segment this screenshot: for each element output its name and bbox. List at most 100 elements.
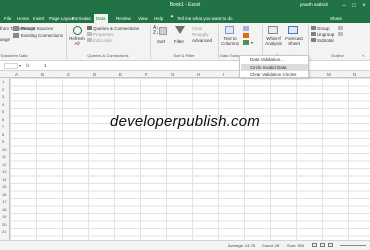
clear-validation-circles-menu-item[interactable]: Clear Validation Circles — [241, 71, 308, 78]
advanced-button[interactable]: Advanced — [192, 38, 212, 43]
ungroup-button[interactable]: Ungroup — [317, 32, 334, 37]
recent-sources-button[interactable]: Recent Sources — [21, 26, 53, 31]
tell-me-box[interactable]: Tell me what you want to do — [177, 14, 233, 23]
column-headers: A B C D E F G H I J K L M N — [0, 71, 370, 78]
tab-file[interactable]: File — [2, 14, 13, 23]
cell-grid[interactable] — [10, 78, 370, 240]
tab-data[interactable]: Data — [94, 14, 108, 23]
collapse-ribbon-icon[interactable]: ˄ — [362, 53, 364, 58]
group-icon — [311, 26, 316, 30]
refresh-icon — [73, 26, 82, 35]
zoom-slider[interactable] — [340, 245, 366, 246]
row-header[interactable]: 20 — [2, 222, 6, 227]
row-header[interactable]: 14 — [2, 177, 6, 182]
column-header[interactable]: C — [67, 72, 70, 77]
column-header[interactable]: D — [93, 72, 96, 77]
edit-links-button[interactable]: Edit Links — [93, 38, 113, 43]
column-header[interactable]: N — [353, 72, 356, 77]
user-name[interactable]: praeth sathish — [300, 2, 328, 7]
row-header[interactable]: 13 — [2, 169, 6, 174]
row-header[interactable]: 2 — [2, 87, 4, 92]
hide-detail-icon[interactable] — [338, 32, 343, 36]
close-icon[interactable]: × — [359, 1, 369, 11]
subtotal-button[interactable]: Subtotal — [317, 38, 334, 43]
range-button[interactable]: ange — [0, 37, 10, 42]
name-box-dropdown-icon[interactable]: ▾ — [19, 63, 21, 68]
row-header[interactable]: 16 — [2, 192, 6, 197]
filter-icon — [175, 26, 185, 34]
text-to-columns-icon — [225, 26, 234, 34]
subtotal-icon — [311, 38, 316, 42]
row-header[interactable]: 11 — [2, 154, 6, 159]
refresh-all-button[interactable]: Refresh All — [68, 36, 86, 46]
column-header[interactable]: M — [327, 72, 331, 77]
queries-connections-button[interactable]: Queries & Connections — [93, 26, 139, 31]
group-separator — [218, 25, 219, 59]
group-separator — [150, 25, 151, 59]
name-box[interactable] — [4, 63, 18, 69]
tab-review[interactable]: Review — [114, 14, 133, 23]
circle-invalid-data-menu-item[interactable]: Circle Invalid Data — [241, 63, 308, 71]
row-header[interactable]: 19 — [2, 214, 6, 219]
watermark: developerpublish.com — [110, 113, 260, 130]
tab-insert[interactable]: Insert — [31, 14, 46, 23]
row-header[interactable]: 1 — [2, 79, 4, 84]
group-separator — [308, 25, 309, 59]
row-header[interactable]: 18 — [2, 207, 6, 212]
column-header[interactable]: H — [197, 72, 200, 77]
formula-input[interactable]: 1 — [44, 63, 47, 68]
minimize-icon[interactable]: – — [339, 1, 349, 11]
show-detail-icon[interactable] — [338, 26, 343, 30]
reapply-button[interactable]: Reapply — [192, 32, 209, 37]
column-header[interactable]: F — [145, 72, 148, 77]
page-layout-view-icon[interactable] — [320, 243, 325, 247]
queries-icon — [87, 26, 92, 30]
chevron-down-icon[interactable]: ▾ — [251, 40, 253, 45]
ribbon-tabs: File Home Insert Page Layout Formulas Da… — [0, 13, 370, 23]
data-validation-icon[interactable] — [243, 40, 249, 45]
text-to-columns-button[interactable]: Text to Columns — [220, 36, 240, 46]
what-if-analysis-button[interactable]: What-If Analysis — [264, 36, 283, 46]
sort-button[interactable]: Sort — [154, 39, 168, 44]
column-header[interactable]: E — [119, 72, 122, 77]
properties-button[interactable]: Properties — [93, 32, 114, 37]
data-validation-menu-item[interactable]: Data Validation... — [241, 56, 308, 63]
forecast-sheet-button[interactable]: Forecast Sheet — [285, 36, 303, 46]
row-header[interactable]: 17 — [2, 199, 6, 204]
row-header[interactable]: 3 — [2, 94, 4, 99]
status-bar: Average: 24.75 Count: 28 Sum: 594 — [0, 240, 370, 250]
sort-filter-group-label: Sort & Filter — [173, 53, 195, 58]
column-header[interactable]: A — [15, 72, 18, 77]
filter-button[interactable]: Filter — [170, 39, 188, 44]
ungroup-icon — [311, 32, 316, 36]
row-header[interactable]: 4 — [2, 102, 4, 107]
status-count: Count: 28 — [262, 243, 280, 248]
existing-connections-button[interactable]: Existing Connections — [21, 33, 63, 38]
status-average: Average: 24.75 — [228, 243, 256, 248]
group-button[interactable]: Group — [317, 26, 330, 31]
data-validation-menu: Data Validation... Circle Invalid Data C… — [239, 55, 309, 78]
tab-help[interactable]: Help — [152, 14, 165, 23]
row-header[interactable]: 9 — [2, 139, 4, 144]
row-header[interactable]: 10 — [2, 147, 6, 152]
maximize-icon[interactable]: □ — [349, 1, 359, 11]
share-button[interactable]: Share — [330, 14, 342, 23]
sort-icon — [159, 27, 167, 35]
tab-view[interactable]: View — [136, 14, 150, 23]
column-header[interactable]: G — [171, 72, 175, 77]
row-header[interactable]: 21 — [2, 229, 6, 234]
row-header[interactable]: 12 — [2, 162, 6, 167]
tab-home[interactable]: Home — [15, 14, 31, 23]
tab-formulas[interactable]: Formulas — [70, 14, 93, 23]
fx-icon[interactable]: fx — [26, 63, 30, 68]
row-header[interactable]: 15 — [2, 184, 6, 189]
title-bar: Book1 - Excel praeth sathish – □ × — [0, 0, 370, 13]
row-header[interactable]: 8 — [2, 132, 4, 137]
clear-button[interactable]: Clear — [192, 26, 203, 31]
page-break-view-icon[interactable] — [328, 243, 333, 247]
column-header[interactable]: B — [41, 72, 44, 77]
what-if-icon — [268, 26, 278, 34]
column-header[interactable]: I — [223, 72, 224, 77]
normal-view-icon[interactable] — [312, 243, 317, 247]
edit-links-icon — [87, 38, 92, 42]
